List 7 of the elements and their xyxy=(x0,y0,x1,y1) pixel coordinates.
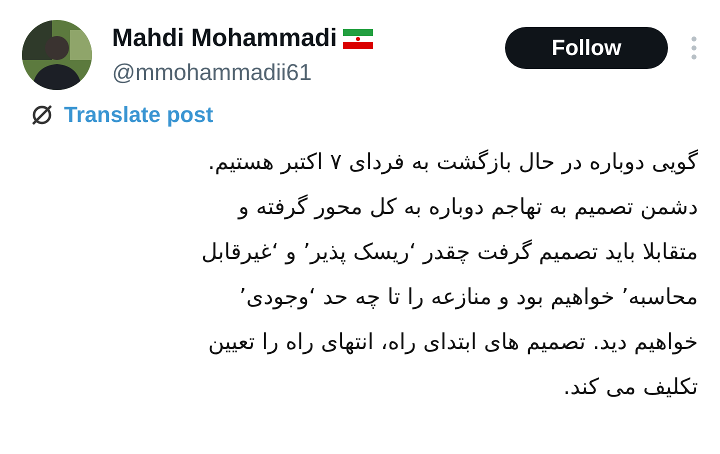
translate-icon xyxy=(30,103,54,127)
author-name: Mahdi Mohammadi xyxy=(112,24,338,53)
flag-icon xyxy=(343,28,374,48)
author-handle: @mmohammadii61 xyxy=(112,59,313,86)
post-text: گویی دوباره در حال بازگشت به فردای ۷ اکتبر هستیم. دشمن تصمیم به تهاجم دوباره به کل محور گرفته و متقابلا باید تصمیم گرفت چقدر ‘ریسک پذیر’ و ‘غیرقابل محاسبه’ خواهیم بود و منازعه را تا چه حد ‘وجودی’ خواهیم دید. تصمیم های ابتدای راه، انتهای راه را تعیین تکلیف می کند. xyxy=(200,148,698,402)
more-icon[interactable] xyxy=(690,36,698,60)
follow-button[interactable]: Follow xyxy=(505,27,668,69)
